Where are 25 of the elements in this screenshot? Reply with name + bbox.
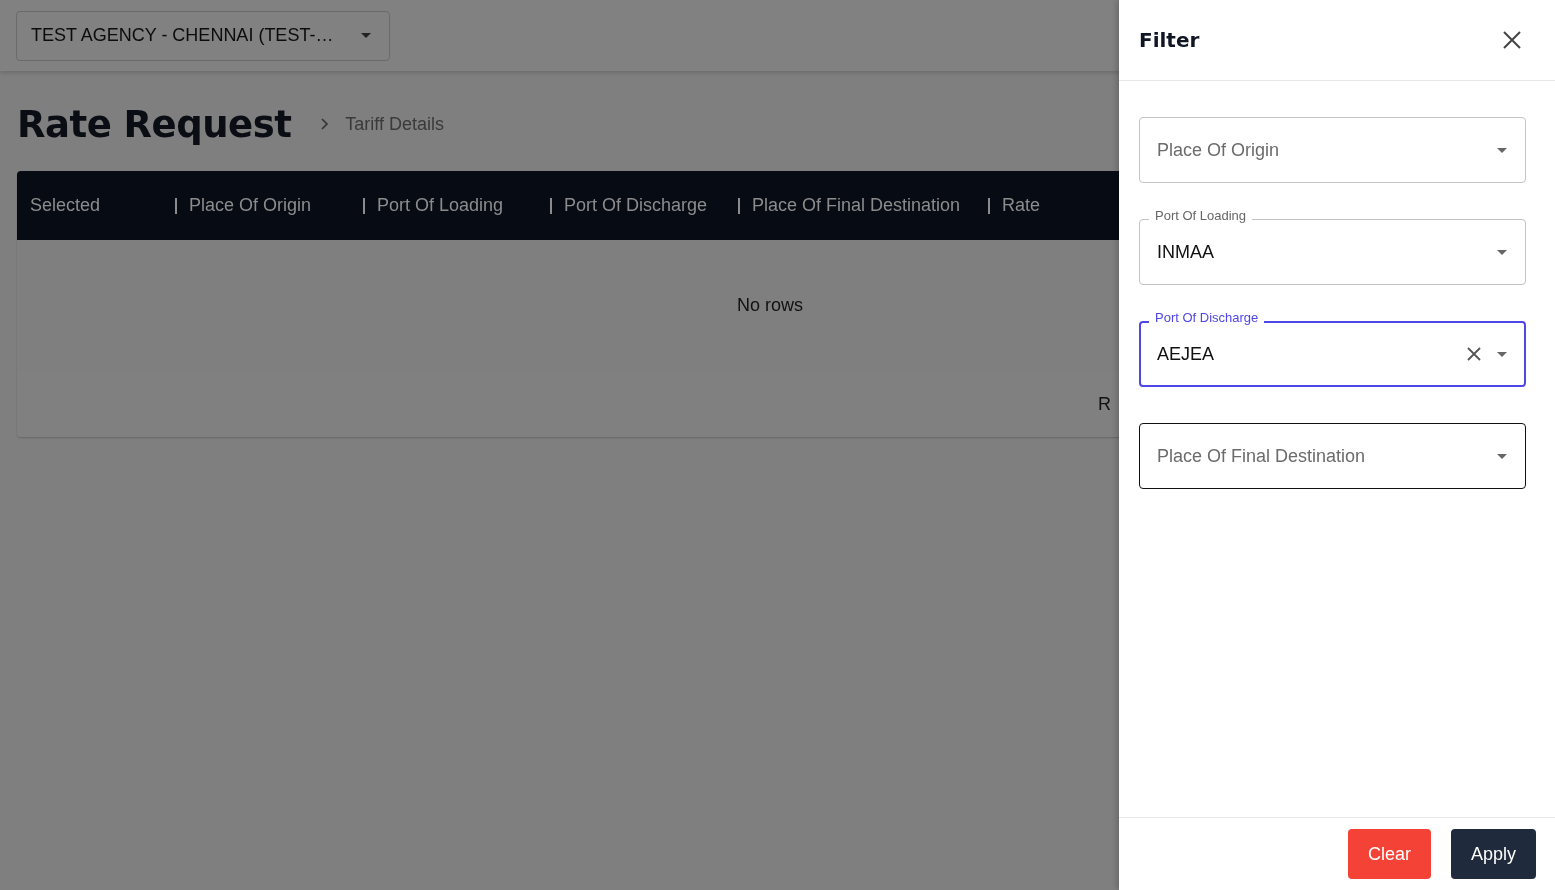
column-header[interactable]: Rate — [988, 195, 1118, 216]
select-field[interactable]: Place Of Origin — [1139, 117, 1526, 183]
column-header[interactable]: Port Of Discharge — [550, 195, 738, 216]
pagination-text: R — [1098, 393, 1111, 415]
select-field[interactable]: Place Of Final Destination — [1139, 423, 1526, 489]
column-header[interactable]: Place Of Final Destination — [738, 195, 988, 216]
caret-icon — [361, 33, 371, 38]
clear-icon[interactable] — [1467, 347, 1481, 361]
caret-icon — [1497, 249, 1507, 255]
field-label: Port Of Discharge — [1149, 310, 1265, 325]
apply-button[interactable]: Apply — [1450, 829, 1536, 879]
column-header[interactable]: Place Of Origin — [175, 195, 363, 216]
clear-button[interactable]: Clear — [1347, 829, 1431, 879]
drawer-title: Filter — [1139, 28, 1200, 52]
page-title: Rate Request — [17, 102, 292, 146]
caret-icon — [1497, 453, 1507, 459]
close-icon[interactable] — [1503, 31, 1521, 49]
agency-select[interactable]: TEST AGENCY - CHENNAI (TEST-… — [16, 10, 390, 61]
field-label: Port Of Loading — [1149, 208, 1253, 223]
empty-message: No rows — [737, 295, 803, 316]
column-header[interactable]: Selected — [17, 195, 175, 216]
column-header[interactable]: Port Of Loading — [363, 195, 550, 216]
chevron-icon — [321, 118, 330, 130]
caret-icon — [1497, 351, 1507, 357]
caret-icon — [1497, 147, 1507, 153]
